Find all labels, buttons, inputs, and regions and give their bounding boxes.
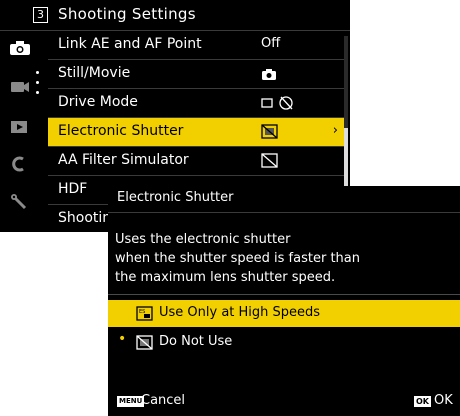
- menu-item-aa-filter[interactable]: AA Filter Simulator: [48, 147, 344, 176]
- camera-icon[interactable]: [9, 40, 31, 56]
- menu-item-label: Electronic Shutter: [58, 123, 184, 139]
- dialog-divider: [108, 294, 460, 295]
- wrench-icon[interactable]: [9, 194, 31, 210]
- page-indicator-dots: [36, 71, 40, 131]
- option-use-only-at-high-speeds[interactable]: ES Use Only at High Speeds: [108, 300, 460, 327]
- menu-header: 3 Shooting Settings: [0, 0, 350, 31]
- option-label: Do Not Use: [159, 334, 233, 349]
- dialog-description: Uses the electronic shutter when the shu…: [115, 230, 455, 287]
- menu-title: Shooting Settings: [58, 5, 196, 23]
- dialog-footer: MENU Cancel OK OK: [108, 388, 460, 416]
- aa-filter-off-icon: [261, 153, 278, 172]
- menu-item-label: HDF: [58, 181, 88, 197]
- cancel-button[interactable]: Cancel: [141, 393, 185, 408]
- menu-item-electronic-shutter[interactable]: Electronic Shutter ›: [48, 118, 344, 147]
- menu-item-drive-mode[interactable]: Drive Mode: [48, 89, 344, 118]
- setup-icon[interactable]: [9, 156, 31, 172]
- ok-button[interactable]: OK: [434, 393, 453, 408]
- menu-item-label: Link AE and AF Point: [58, 36, 202, 52]
- menu-item-label: Still/Movie: [58, 65, 131, 81]
- description-line: when the shutter speed is faster than: [115, 251, 360, 266]
- playback-icon[interactable]: [9, 119, 31, 135]
- menu-item-label: Drive Mode: [58, 94, 138, 110]
- es-off-icon: [136, 335, 153, 354]
- option-do-not-use[interactable]: • Do Not Use: [108, 329, 460, 356]
- menu-category-sidebar: [0, 31, 42, 232]
- single-frame-drive-icon: [261, 95, 297, 115]
- menu-item-link-ae-af[interactable]: Link AE and AF Point Off: [48, 31, 344, 60]
- video-camera-icon[interactable]: [9, 79, 31, 95]
- chevron-right-icon: ›: [332, 123, 338, 138]
- scrollbar-thumb[interactable]: [344, 128, 348, 190]
- option-label: Use Only at High Speeds: [159, 305, 321, 320]
- still-camera-icon: [261, 66, 277, 85]
- dialog-title-bar: Electronic Shutter: [108, 186, 460, 213]
- description-line: the maximum lens shutter speed.: [115, 270, 336, 285]
- es-auto-icon: ES: [136, 306, 153, 325]
- menu-item-label: Shootin: [58, 210, 112, 226]
- current-setting-marker: •: [118, 331, 127, 347]
- electronic-shutter-dialog: Electronic Shutter Uses the electronic s…: [108, 186, 460, 416]
- dialog-title: Electronic Shutter: [117, 190, 234, 205]
- menu-page-number: 3: [33, 7, 48, 23]
- description-line: Uses the electronic shutter: [115, 232, 291, 247]
- electronic-shutter-off-icon: [261, 124, 278, 143]
- menu-item-still-movie[interactable]: Still/Movie: [48, 60, 344, 89]
- menu-item-label: AA Filter Simulator: [58, 152, 189, 168]
- menu-item-value: Off: [261, 36, 281, 51]
- ok-key-badge: OK: [414, 396, 431, 407]
